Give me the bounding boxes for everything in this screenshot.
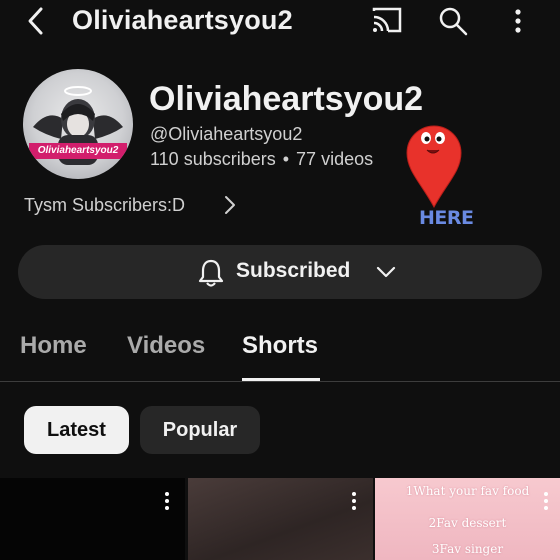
filter-latest-chip[interactable]: Latest <box>24 406 129 454</box>
channel-title: Oliviaheartsyou2 <box>72 5 293 35</box>
subscribed-label: Subscribed <box>236 259 351 282</box>
location-pin-sticker <box>406 125 462 209</box>
chevron-right-icon[interactable] <box>222 194 238 216</box>
back-chevron-icon[interactable] <box>22 4 52 38</box>
short-thumbnail[interactable] <box>0 478 185 560</box>
stats-separator: • <box>282 149 290 169</box>
video-count: 77 videos <box>296 149 374 169</box>
short-thumbnail[interactable] <box>188 478 373 560</box>
short-thumbnail[interactable]: 1What your fav food 2Fav dessert 3Fav si… <box>375 478 560 560</box>
chevron-down-icon <box>376 266 396 278</box>
thumbnail-caption-line: 3Fav singer <box>431 542 504 556</box>
more-vertical-icon[interactable] <box>162 490 172 512</box>
filter-popular-chip[interactable]: Popular <box>140 406 260 454</box>
thumbnail-caption-line: 2Fav dessert <box>428 516 507 530</box>
more-vertical-icon[interactable] <box>349 490 359 512</box>
more-vertical-icon[interactable] <box>541 490 551 512</box>
top-bar: Oliviaheartsyou2 <box>0 0 560 44</box>
thumbnail-caption-line: 1What your fav food <box>405 484 530 498</box>
active-tab-indicator <box>242 378 320 381</box>
more-vertical-icon[interactable] <box>506 6 530 36</box>
channel-handle: @Oliviaheartsyou2 <box>150 124 303 144</box>
channel-description[interactable]: Tysm Subscribers:D <box>24 195 185 216</box>
channel-name: Oliviaheartsyou2 <box>149 80 424 118</box>
avatar-artwork <box>33 86 123 165</box>
search-icon[interactable] <box>437 5 469 37</box>
cast-icon[interactable] <box>371 6 403 34</box>
subscriber-count: 110 subscribers <box>150 149 276 169</box>
pin-label: HERE <box>419 207 474 229</box>
tab-shorts[interactable]: Shorts <box>242 332 318 360</box>
subscribed-button[interactable]: Subscribed <box>18 245 542 299</box>
channel-avatar[interactable]: Oliviaheartsyou2 <box>23 69 133 179</box>
avatar-banner-text: Oliviaheartsyou2 <box>29 143 127 159</box>
channel-tabs: Home Videos Shorts <box>0 320 560 382</box>
tab-videos[interactable]: Videos <box>127 332 205 360</box>
bell-icon <box>198 259 224 287</box>
tab-home[interactable]: Home <box>20 332 87 360</box>
channel-stats: 110 subscribers • 77 videos <box>150 149 373 170</box>
